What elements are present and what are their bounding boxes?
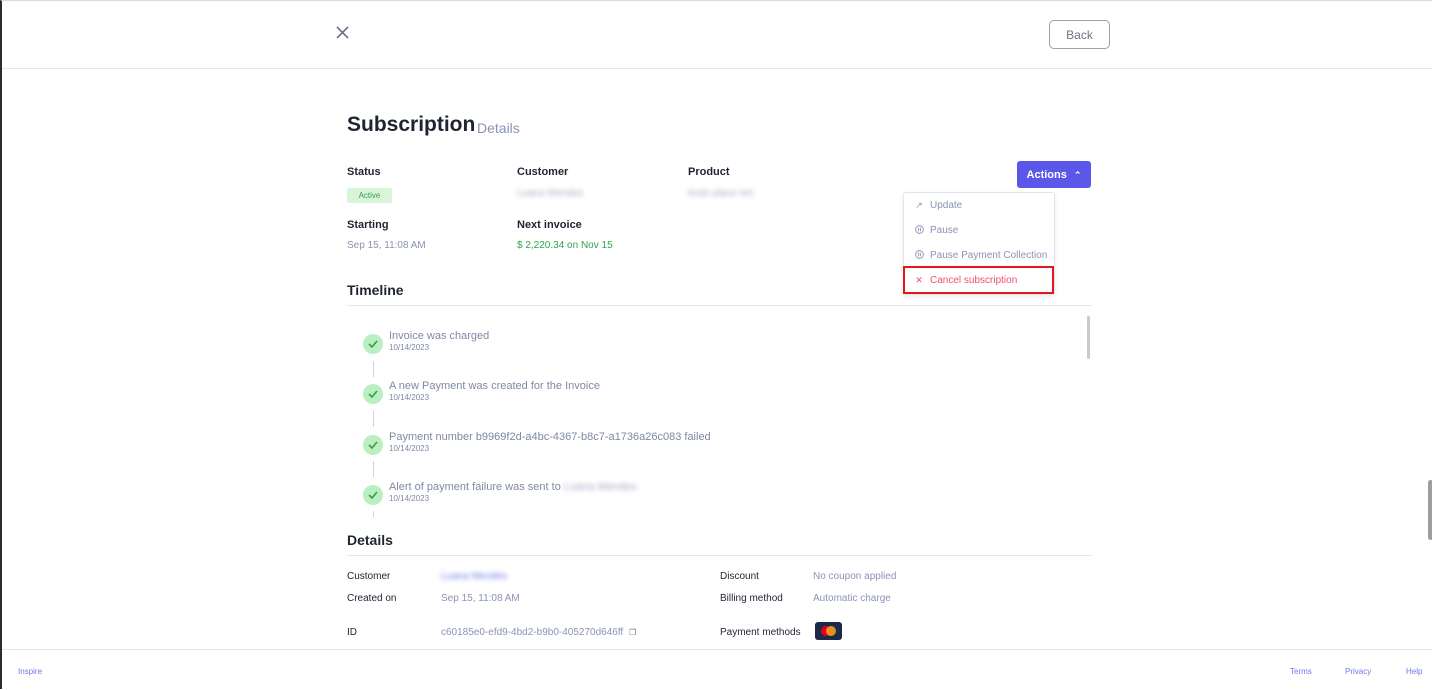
details-heading: Details [347,532,393,548]
timeline-event-text: A new Payment was created for the Invoic… [389,380,600,392]
check-circle-icon [363,435,383,455]
arrow-up-right-icon: ↗ [915,199,923,210]
footer: Inspire Terms Privacy Help [2,649,1432,690]
details-customer-link[interactable]: Luana Mendes [441,571,507,582]
menu-item-update[interactable]: ↗ Update [904,194,1054,216]
page-subtitle: Details [477,120,520,136]
check-circle-icon [363,334,383,354]
details-discount-value: No coupon applied [813,571,897,582]
starting-label: Starting [347,219,389,231]
timeline-event-date: 10/14/2023 [389,444,430,453]
details-created-label: Created on [347,593,397,604]
menu-item-pause[interactable]: Pause [904,219,1054,241]
top-bar: Back [2,1,1432,69]
footer-terms-link[interactable]: Terms [1290,667,1312,676]
page-title: Subscription [347,113,476,136]
actions-menu: ↗ Update Pause Pause Payment Collection … [903,192,1055,295]
timeline-scrollbar[interactable] [1087,316,1090,359]
product-label: Product [688,166,730,178]
menu-item-label: Pause [930,224,959,236]
timeline-connector [373,361,374,377]
timeline-event-date: 10/14/2023 [389,494,430,503]
next-invoice-value: $ 2,220.34 on Nov 15 [517,240,613,251]
menu-item-cancel-subscription[interactable]: ✕ Cancel subscription [904,269,1054,291]
close-icon[interactable] [333,23,353,43]
details-payment-label: Payment methods [720,627,801,638]
customer-label: Customer [517,166,569,178]
details-id-label: ID [347,627,357,638]
timeline-event-date: 10/14/2023 [389,393,430,402]
page-scrollbar[interactable] [1428,480,1432,540]
mastercard-icon [815,622,842,640]
footer-privacy-link[interactable]: Privacy [1345,667,1371,676]
timeline-event-text: Alert of payment failure was sent to Lua… [389,481,637,493]
status-badge: Active [347,188,392,203]
timeline-connector [373,511,374,517]
pause-icon [914,249,924,261]
menu-item-label: Cancel subscription [930,274,1018,286]
timeline-event-text: Payment number b9969f2d-a4bc-4367-b8c7-a… [389,431,711,443]
check-circle-icon [363,384,383,404]
timeline-event-recipient: Luana Mendes [563,481,637,493]
actions-button[interactable]: Actions ⌃ [1017,161,1091,188]
footer-help-link[interactable]: Help [1406,667,1422,676]
menu-item-label: Update [930,199,963,211]
timeline-event-message: Alert of payment failure was sent to [389,481,561,493]
divider [347,305,1092,306]
chevron-up-icon: ⌃ [1073,169,1082,180]
details-created-value: Sep 15, 11:08 AM [441,593,520,604]
details-billing-label: Billing method [720,593,783,604]
details-id-text: c60185e0-efd9-4bd2-b9b0-405270d646ff [441,627,624,638]
back-button[interactable]: Back [1049,20,1110,49]
x-icon: ✕ [915,274,923,285]
product-value: teste plano teri [688,188,754,199]
timeline-event-date: 10/14/2023 [389,343,430,352]
pause-icon [914,224,924,236]
timeline-heading: Timeline [347,282,404,298]
menu-item-label: Pause Payment Collection [930,249,1048,261]
customer-value: Luana Mendes [517,188,584,199]
details-billing-value: Automatic charge [813,593,891,604]
status-label: Status [347,166,381,178]
app-window: Back Subscription Details Status Active … [0,0,1432,690]
divider [347,555,1092,556]
check-circle-icon [363,485,383,505]
next-invoice-label: Next invoice [517,219,582,231]
actions-button-label: Actions [1026,168,1067,181]
copy-icon[interactable]: ❐ [629,628,636,637]
timeline-connector [373,411,374,427]
starting-value: Sep 15, 11:08 AM [347,240,426,251]
details-discount-label: Discount [720,571,759,582]
details-id-value: c60185e0-efd9-4bd2-b9b0-405270d646ff ❐ [441,627,636,638]
timeline-event-text: Invoice was charged [389,330,490,342]
timeline-connector [373,461,374,477]
details-customer-label: Customer [347,571,391,582]
menu-item-pause-payment-collection[interactable]: Pause Payment Collection [904,244,1054,266]
footer-brand-link[interactable]: Inspire [18,667,42,676]
